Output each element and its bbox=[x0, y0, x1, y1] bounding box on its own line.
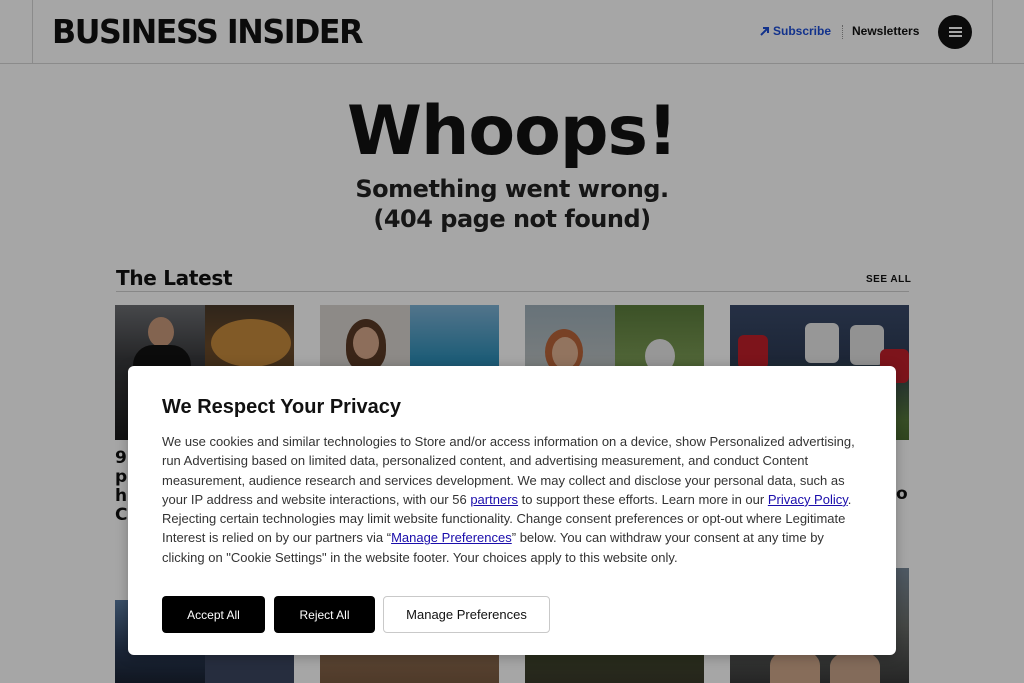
consent-text-2: to support these efforts. Learn more in … bbox=[518, 491, 768, 507]
partners-link[interactable]: partners bbox=[470, 492, 518, 507]
accept-all-button[interactable]: Accept All bbox=[162, 596, 265, 633]
manage-preferences-button[interactable]: Manage Preferences bbox=[383, 596, 550, 633]
privacy-consent-dialog: We Respect Your Privacy We use cookies a… bbox=[128, 366, 896, 655]
reject-all-button[interactable]: Reject All bbox=[274, 596, 375, 633]
privacy-policy-link[interactable]: Privacy Policy bbox=[768, 492, 848, 507]
consent-body: We use cookies and similar technologies … bbox=[162, 432, 862, 567]
consent-title: We Respect Your Privacy bbox=[162, 396, 402, 418]
manage-preferences-link[interactable]: Manage Preferences bbox=[391, 530, 512, 545]
